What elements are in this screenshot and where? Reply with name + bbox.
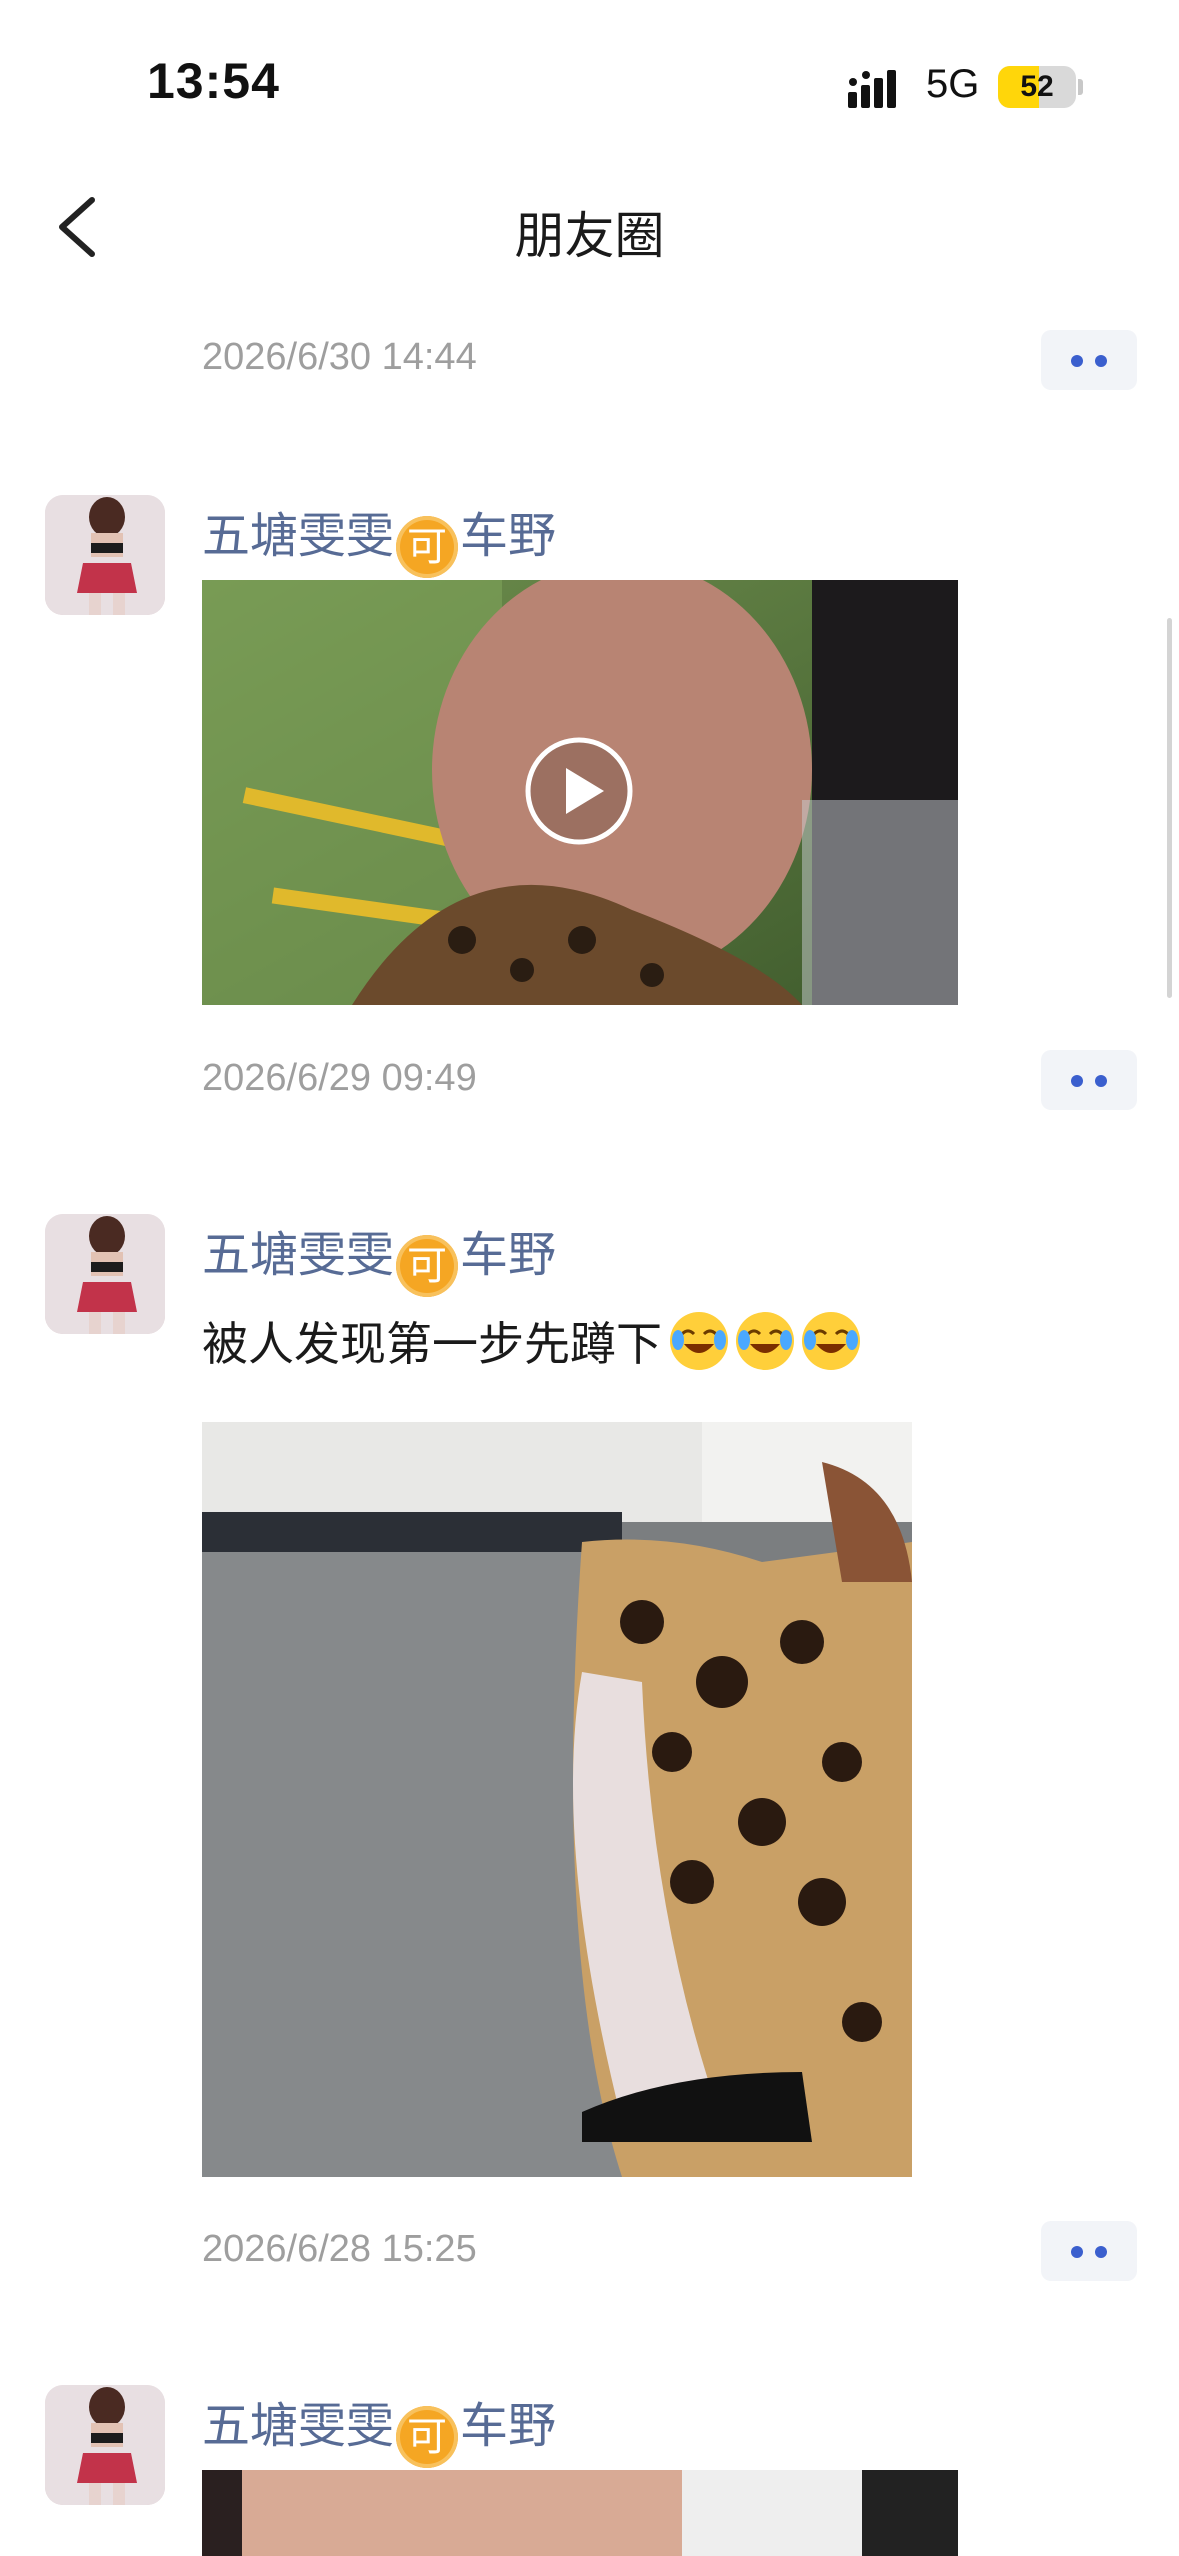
author-name[interactable]: 五塘雯雯可车野: [202, 496, 556, 578]
dot: [1095, 1075, 1107, 1087]
laughing-tears-emoji-icon: [670, 1312, 728, 1370]
post-image[interactable]: [202, 1422, 912, 2177]
page-title: 朋友圈: [514, 207, 665, 265]
avatar-image: [45, 2385, 165, 2505]
play-icon[interactable]: [524, 736, 634, 846]
signal-icon: [848, 70, 896, 108]
post-date: 2026/6/28 15:25: [202, 2228, 477, 2270]
post-text: 被人发现第一步先蹲下: [202, 1308, 860, 1374]
post-video[interactable]: [202, 580, 958, 1005]
post-photo: [202, 2470, 958, 2556]
avatar-image: [45, 1214, 165, 1334]
battery-tip: [1078, 79, 1083, 95]
author-name-suffix: 车野: [460, 508, 557, 564]
author-tag: 可: [396, 516, 459, 578]
author-name[interactable]: 五塘雯雯可车野: [202, 2386, 556, 2468]
more-actions-button[interactable]: [1041, 2221, 1137, 2281]
network-type: 5G: [926, 62, 980, 106]
post-date: 2026/6/30 14:44: [202, 336, 477, 378]
author-name-text: 五塘雯雯: [202, 2398, 395, 2454]
author-tag: 可: [396, 2406, 459, 2468]
more-actions-button[interactable]: [1041, 1050, 1137, 1110]
author-tag: 可: [396, 1235, 459, 1297]
post-photo: [202, 1422, 912, 2177]
status-time: 13:54: [147, 53, 280, 109]
battery-icon: 52: [998, 66, 1076, 108]
dot: [1071, 1075, 1083, 1087]
author-name-suffix: 车野: [460, 2398, 557, 2454]
post-text-content: 被人发现第一步先蹲下: [202, 1317, 662, 1371]
post-date: 2026/6/29 09:49: [202, 1057, 477, 1099]
battery-label: 52: [1020, 70, 1054, 103]
avatar[interactable]: [45, 1214, 165, 1334]
laughing-tears-emoji-icon: [802, 1312, 860, 1370]
dot: [1095, 355, 1107, 367]
avatar[interactable]: [45, 2385, 165, 2505]
author-name[interactable]: 五塘雯雯可车野: [202, 1215, 556, 1297]
scrollbar[interactable]: [1167, 618, 1172, 998]
laughing-tears-emoji-icon: [736, 1312, 794, 1370]
author-name-text: 五塘雯雯: [202, 1227, 395, 1283]
post-image[interactable]: [202, 2470, 958, 2556]
author-name-suffix: 车野: [460, 1227, 557, 1283]
author-name-text: 五塘雯雯: [202, 508, 395, 564]
avatar-image: [45, 495, 165, 615]
dot: [1071, 2246, 1083, 2258]
dot: [1095, 2246, 1107, 2258]
dot: [1071, 355, 1083, 367]
avatar[interactable]: [45, 495, 165, 615]
more-actions-button[interactable]: [1041, 330, 1137, 390]
